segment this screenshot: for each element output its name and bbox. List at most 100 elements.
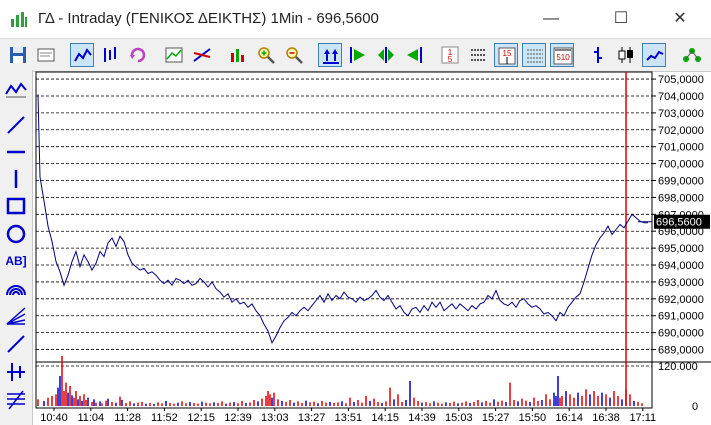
time-tick-label: 15:27 (482, 412, 510, 424)
play-forward-button[interactable] (346, 43, 370, 67)
trendline-tool[interactable] (4, 113, 28, 137)
svg-text:5: 5 (448, 55, 453, 64)
line-style-button[interactable] (642, 43, 666, 67)
time-tick-label: 11:52 (151, 412, 178, 424)
text-tool-label: AB] (5, 254, 27, 268)
title-bar: ΓΔ - Intraday (ΓΕΝΙΚΟΣ ΔΕΙΚΤΗΣ) 1Min - 6… (0, 0, 711, 38)
digits-button[interactable]: 15 (438, 43, 462, 67)
indicator-icon (165, 47, 183, 63)
auto-scale-button[interactable] (318, 43, 342, 67)
ellipse-icon (6, 224, 26, 244)
zoom-out-icon (286, 47, 303, 64)
close-button[interactable]: ✕ (657, 4, 703, 34)
price-tick-label: 691,0000 (658, 311, 704, 323)
fit-icon (378, 47, 394, 63)
fibonacci-icon (7, 390, 25, 410)
scale-icon: 510 (553, 47, 573, 65)
price-tick-label: 689,0000 (658, 345, 704, 357)
minimize-button[interactable]: — (528, 4, 574, 34)
ellipse-tool[interactable] (4, 222, 28, 246)
zoom-in-icon (258, 47, 275, 64)
indicator-button[interactable] (162, 43, 186, 67)
refresh-button[interactable] (126, 43, 150, 67)
app-chart-icon (11, 12, 27, 27)
volume-button[interactable] (226, 43, 250, 67)
time-tick-label: 15:50 (519, 412, 547, 424)
list-icon (471, 49, 485, 61)
play-back-button[interactable] (402, 43, 426, 67)
volume-icon (231, 49, 244, 62)
zigzag-tool[interactable] (4, 78, 28, 102)
bar-style-icon (594, 47, 602, 63)
line-chart-icon (74, 48, 92, 62)
price-tick-label: 705,0000 (658, 74, 704, 86)
zoom-out-button[interactable] (282, 43, 306, 67)
line-style-icon (646, 50, 664, 61)
list-button[interactable] (466, 43, 490, 67)
studies-button[interactable] (190, 43, 214, 67)
fibonacci-tool[interactable] (4, 388, 28, 412)
time-tick-label: 16:14 (555, 412, 583, 424)
zoom-in-button[interactable] (254, 43, 278, 67)
network-button[interactable] (680, 43, 704, 67)
time-tick-label: 17:11 (629, 412, 656, 424)
arc-tool[interactable] (4, 277, 28, 301)
price-tick-label: 693,0000 (658, 277, 704, 289)
time-tick-label: 12:15 (187, 412, 215, 424)
rectangle-tool[interactable] (4, 194, 28, 218)
print-icon (37, 48, 55, 62)
toolbar: 1 5 15 510 (0, 38, 711, 72)
digits-icon: 15 (441, 46, 459, 64)
diagonal-line-icon (7, 335, 25, 353)
grid-button[interactable]: 15 (494, 43, 518, 67)
volume-bottom-label: 0 (692, 401, 698, 413)
vertical-line-tool[interactable] (4, 167, 28, 191)
maximize-button[interactable]: ☐ (598, 4, 644, 34)
price-tick-label: 703,0000 (658, 108, 704, 120)
cross-line-tool[interactable] (4, 360, 28, 384)
text-tool-tool[interactable]: AB] (4, 250, 28, 274)
svg-text:510: 510 (556, 53, 570, 62)
price-tick-label: 695,0000 (658, 243, 704, 255)
studies-icon (193, 48, 211, 62)
price-tick-label: 692,0000 (658, 294, 704, 306)
time-tick-label: 13:03 (261, 412, 289, 424)
price-tick-label: 690,0000 (658, 328, 704, 340)
fit-button[interactable] (374, 43, 398, 67)
trendline-icon (7, 116, 25, 134)
horizontal-line-tool[interactable] (4, 140, 28, 164)
drawing-toolbar: AB] (0, 70, 33, 425)
time-tick-label: 14:39 (408, 412, 436, 424)
refresh-icon (130, 47, 146, 63)
time-tick-label: 15:03 (445, 412, 473, 424)
time-tick-label: 12:39 (224, 412, 252, 424)
bar-style-button[interactable] (586, 43, 610, 67)
volume-top-label: 120.000 (658, 361, 698, 373)
save-button[interactable] (6, 43, 30, 67)
svg-text:15: 15 (503, 49, 512, 58)
time-tick-label: 11:04 (77, 412, 104, 424)
scale-button[interactable]: 510 (550, 43, 574, 67)
ohlc-chart-button[interactable] (98, 43, 122, 67)
zigzag-icon (5, 82, 27, 98)
print-button[interactable] (34, 43, 58, 67)
price-chart[interactable]: 705,0000 704,0000 703,0000 702,0000 701,0000… (32, 70, 711, 425)
candle-style-button[interactable] (614, 43, 638, 67)
grid-icon: 15 (498, 47, 516, 65)
ohlc-chart-icon (104, 47, 116, 62)
fan-tool[interactable] (4, 304, 28, 328)
play-back-icon (407, 47, 422, 63)
price-tick-label: 704,0000 (658, 91, 704, 103)
time-tick-label: 16:38 (592, 412, 620, 424)
time-tick-label: 13:51 (335, 412, 363, 424)
arc-icon (6, 285, 26, 296)
line-chart-button[interactable] (70, 43, 94, 67)
time-tick-label: 11:28 (114, 412, 141, 424)
diagonal-line-tool[interactable] (4, 332, 28, 356)
time-tick-label: 10:40 (40, 412, 68, 424)
grid-lines-icon (527, 49, 543, 63)
price-tick-label: 694,0000 (658, 260, 704, 272)
price-tick-label: 700,0000 (658, 159, 704, 171)
grid-lines-button[interactable] (522, 43, 546, 67)
price-tick-label: 701,0000 (658, 142, 704, 154)
